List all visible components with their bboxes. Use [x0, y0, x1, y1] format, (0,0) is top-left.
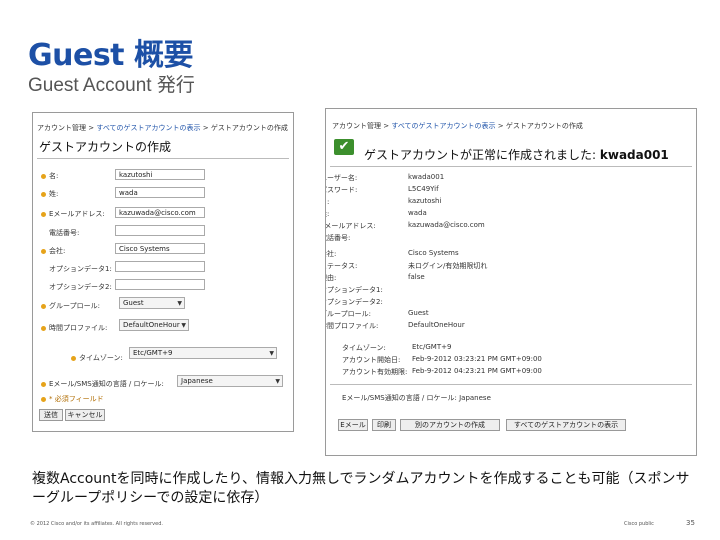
required-dot-icon	[41, 211, 46, 217]
chevron-down-icon: ▼	[177, 300, 182, 307]
timezone-label: タイムゾーン:	[71, 353, 123, 363]
submit-button[interactable]: 送信	[39, 409, 63, 421]
required-dot-icon	[41, 248, 46, 254]
detail-value: false	[408, 273, 425, 281]
print-button[interactable]: 印刷	[372, 419, 396, 431]
form-heading: ゲストアカウントの作成	[39, 140, 172, 154]
time-profile-select[interactable]: DefaultOneHour ▼	[119, 319, 189, 331]
group-role-select[interactable]: Guest ▼	[119, 297, 185, 309]
detail-value: kazuwada@cisco.com	[408, 221, 485, 229]
breadcrumb: アカウント管理 > すべてのゲストアカウントの表示 > ゲストアカウントの作成	[332, 121, 583, 131]
language-label: Eメール/SMS通知の言語 / ロケール:	[41, 379, 164, 389]
detail-value: wada	[408, 209, 427, 217]
detail-label: Eメールアドレス:	[325, 222, 376, 230]
detail-value: kazutoshi	[408, 197, 442, 205]
first-name-label: 名:	[41, 171, 58, 181]
option-data2-label: オプションデータ2:	[49, 283, 112, 291]
email-label: Eメールアドレス:	[41, 209, 105, 219]
detail-label: 会社:	[326, 250, 337, 258]
language-select[interactable]: Japanese ▼	[177, 375, 283, 387]
detail-value: DefaultOneHour	[408, 321, 465, 329]
detail-value: Guest	[408, 309, 429, 317]
phone-input[interactable]	[115, 225, 205, 236]
detail-value: Etc/GMT+9	[412, 343, 452, 351]
classification: Cisco public	[624, 521, 654, 527]
slide-caption: 複数Accountを同時に作成したり、情報入力無しでランダムアカウントを作成する…	[32, 471, 690, 506]
option-data1-input[interactable]	[115, 261, 205, 272]
required-note: * 必須フィールド	[41, 394, 104, 404]
detail-label: タイムゾーン:	[342, 344, 386, 352]
success-check-icon: ✔	[334, 139, 354, 155]
created-username: kwada001	[599, 148, 669, 162]
breadcrumb-end: > ゲストアカウントの作成	[202, 124, 288, 132]
slide-subtitle: Guest Account 発行	[28, 75, 195, 96]
breadcrumb-start: アカウント管理 >	[332, 122, 390, 130]
detail-value: Cisco Systems	[408, 249, 459, 257]
detail-value: 未ログイン/有効期限切れ	[408, 262, 488, 270]
detail-label: グループロール:	[325, 310, 371, 318]
detail-label: 電話番号:	[326, 234, 351, 242]
view-all-accounts-button[interactable]: すべてのゲストアカウントの表示	[506, 419, 626, 431]
notification-language: Eメール/SMS通知の言語 / ロケール: Japanese	[342, 394, 491, 402]
chevron-down-icon: ▼	[269, 350, 274, 357]
page-number: 35	[686, 519, 695, 527]
breadcrumb: アカウント管理 > すべてのゲストアカウントの表示 > ゲストアカウントの作成	[37, 123, 288, 133]
required-dot-icon	[41, 381, 46, 387]
chevron-down-icon: ▼	[275, 378, 280, 385]
detail-value: L5C49Yif	[408, 185, 439, 193]
first-name-input[interactable]: kazutoshi	[115, 169, 205, 180]
option-data1-label: オプションデータ1:	[49, 265, 112, 273]
required-dot-icon	[41, 303, 46, 309]
success-message: ゲストアカウントが正常に作成されました: kwada001	[364, 148, 669, 162]
timezone-select[interactable]: Etc/GMT+9 ▼	[129, 347, 277, 359]
divider	[37, 158, 289, 159]
breadcrumb-link-view-all[interactable]: すべてのゲストアカウントの表示	[96, 124, 200, 132]
last-name-label: 姓:	[41, 189, 58, 199]
breadcrumb-link-view-all[interactable]: すべてのゲストアカウントの表示	[391, 122, 495, 130]
detail-label: オプションデータ2:	[325, 298, 383, 306]
detail-label: ステータス:	[326, 262, 358, 270]
copyright: © 2012 Cisco and/or its affiliates. All …	[30, 521, 163, 527]
time-profile-label: 時間プロファイル:	[41, 323, 107, 333]
divider	[330, 166, 692, 167]
cancel-button[interactable]: キャンセル	[65, 409, 105, 421]
detail-label: アカウント有効期限:	[342, 368, 408, 376]
slide-title: Guest 概要	[28, 38, 193, 73]
required-dot-icon	[41, 173, 46, 179]
email-input[interactable]: kazuwada@cisco.com	[115, 207, 205, 218]
detail-label: 時間プロファイル:	[325, 322, 379, 330]
phone-label: 電話番号:	[49, 229, 80, 237]
chevron-down-icon: ▼	[181, 322, 186, 329]
detail-label: アカウント開始日:	[342, 356, 401, 364]
company-input[interactable]: Cisco Systems	[115, 243, 205, 254]
required-dot-icon	[71, 355, 76, 361]
create-another-button[interactable]: 別のアカウントの作成	[400, 419, 500, 431]
create-account-screenshot: アカウント管理 > すべてのゲストアカウントの表示 > ゲストアカウントの作成 …	[32, 112, 294, 432]
detail-label: 姓:	[326, 210, 330, 218]
detail-label: オプションデータ1:	[325, 286, 383, 294]
breadcrumb-start: アカウント管理 >	[37, 124, 95, 132]
account-created-screenshot: アカウント管理 > すべてのゲストアカウントの表示 > ゲストアカウントの作成 …	[325, 108, 697, 456]
required-dot-icon	[41, 325, 46, 331]
detail-value: Feb-9-2012 03:23:21 PM GMT+09:00	[412, 355, 542, 363]
last-name-input[interactable]: wada	[115, 187, 205, 198]
detail-value: kwada001	[408, 173, 445, 181]
detail-value: Feb-9-2012 04:23:21 PM GMT+09:00	[412, 367, 542, 375]
company-label: 会社:	[41, 246, 65, 256]
detail-label: ユーザー名:	[326, 174, 358, 182]
group-role-label: グループロール:	[41, 301, 100, 311]
email-button[interactable]: Eメール	[338, 419, 368, 431]
divider	[330, 384, 692, 385]
detail-label: 名:	[326, 198, 330, 206]
detail-label: パスワード:	[326, 186, 358, 194]
detail-label: 理由:	[326, 274, 337, 282]
required-dot-icon	[41, 191, 46, 197]
breadcrumb-end: > ゲストアカウントの作成	[497, 122, 583, 130]
option-data2-input[interactable]	[115, 279, 205, 290]
required-dot-icon	[41, 396, 46, 402]
